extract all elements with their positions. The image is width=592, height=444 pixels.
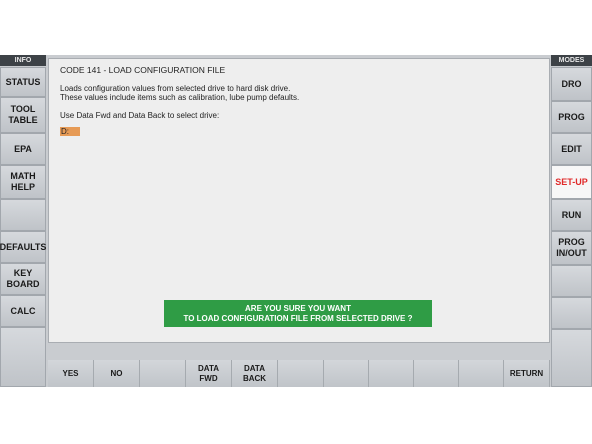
prog-in-out-button[interactable]: PROG IN/OUT bbox=[551, 231, 592, 265]
left-blank-button-1[interactable] bbox=[0, 199, 46, 231]
fkey-blank-3[interactable] bbox=[324, 360, 369, 387]
yes-button[interactable]: YES bbox=[48, 360, 94, 387]
instruction-text: Use Data Fwd and Data Back to select dri… bbox=[60, 111, 220, 120]
run-button[interactable]: RUN bbox=[551, 199, 592, 231]
calc-button[interactable]: CALC bbox=[0, 295, 46, 327]
confirm-line-1: ARE YOU SURE YOU WANT bbox=[245, 303, 351, 313]
status-button[interactable]: STATUS bbox=[0, 67, 46, 97]
math-help-button[interactable]: MATH HELP bbox=[0, 165, 46, 199]
right-blank-button-1[interactable] bbox=[551, 265, 592, 297]
return-button[interactable]: RETURN bbox=[504, 360, 550, 387]
fkey-blank-2[interactable] bbox=[278, 360, 324, 387]
fkey-blank-4[interactable] bbox=[369, 360, 414, 387]
drive-selection-field[interactable]: D: bbox=[60, 127, 80, 136]
fkey-blank-5[interactable] bbox=[414, 360, 459, 387]
description-line-2: These values include items such as calib… bbox=[60, 93, 300, 102]
no-button[interactable]: NO bbox=[94, 360, 140, 387]
keyboard-button[interactable]: KEY BOARD bbox=[0, 263, 46, 295]
left-blank-button-2[interactable] bbox=[0, 327, 46, 387]
page-title: CODE 141 - LOAD CONFIGURATION FILE bbox=[60, 65, 226, 75]
dro-button[interactable]: DRO bbox=[551, 67, 592, 101]
description-line-1: Loads configuration values from selected… bbox=[60, 84, 291, 93]
fkey-blank-6[interactable] bbox=[459, 360, 504, 387]
confirmation-dialog: ARE YOU SURE YOU WANT TO LOAD CONFIGURAT… bbox=[164, 300, 432, 327]
confirm-line-2: TO LOAD CONFIGURATION FILE FROM SELECTED… bbox=[183, 313, 413, 323]
data-back-button[interactable]: DATA BACK bbox=[232, 360, 278, 387]
data-fwd-button[interactable]: DATA FWD bbox=[186, 360, 232, 387]
setup-button[interactable]: SET-UP bbox=[551, 165, 592, 199]
right-blank-button-2[interactable] bbox=[551, 297, 592, 329]
tool-table-button[interactable]: TOOL TABLE bbox=[0, 97, 46, 133]
info-panel-title: INFO bbox=[0, 55, 46, 66]
defaults-button[interactable]: DEFAULTS bbox=[0, 231, 46, 263]
prog-button[interactable]: PROG bbox=[551, 101, 592, 133]
edit-button[interactable]: EDIT bbox=[551, 133, 592, 165]
epa-button[interactable]: EPA bbox=[0, 133, 46, 165]
fkey-blank-1[interactable] bbox=[140, 360, 186, 387]
right-blank-button-3[interactable] bbox=[551, 329, 592, 387]
modes-panel-title: MODES bbox=[551, 55, 592, 66]
function-key-bar: YES NO DATA FWD DATA BACK RETURN bbox=[48, 360, 550, 387]
